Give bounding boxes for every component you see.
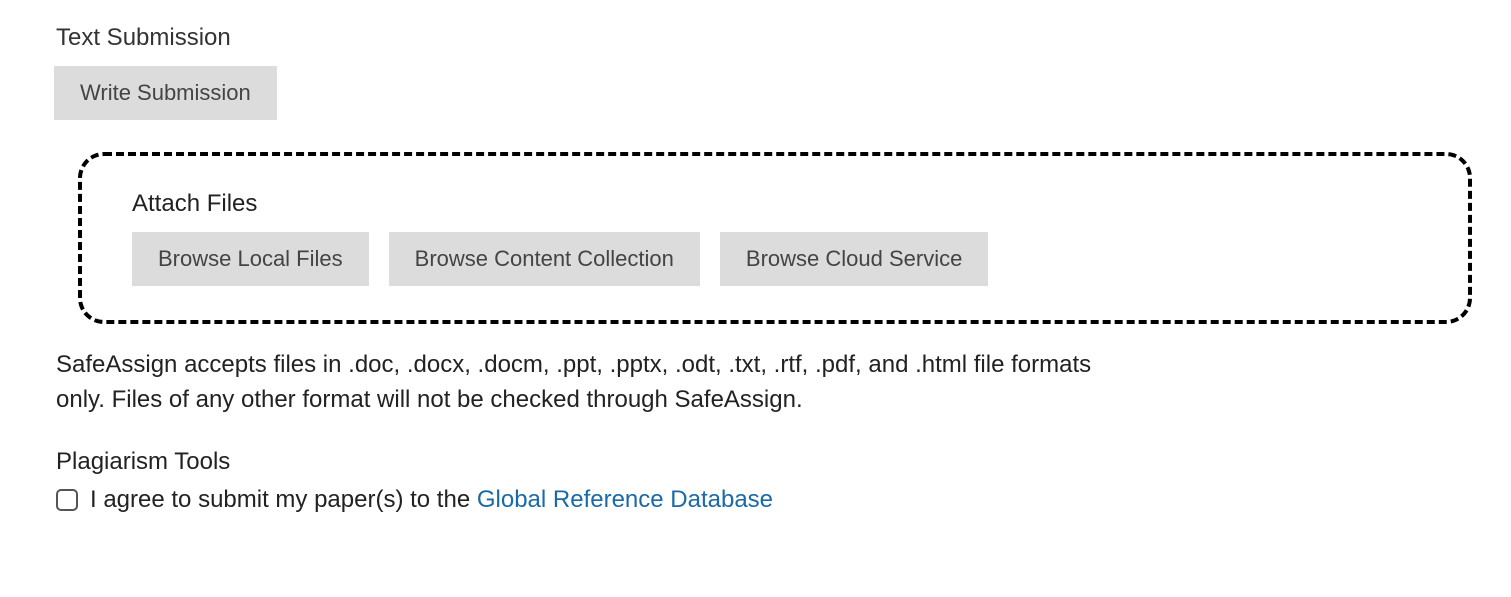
browse-content-collection-button[interactable]: Browse Content Collection bbox=[389, 232, 700, 286]
plagiarism-consent-checkbox[interactable] bbox=[56, 489, 78, 511]
attach-files-button-row: Browse Local Files Browse Content Collec… bbox=[132, 232, 1442, 286]
text-submission-label: Text Submission bbox=[56, 24, 1455, 52]
safeassign-info-text: SafeAssign accepts files in .doc, .docx,… bbox=[56, 348, 1116, 418]
browse-local-files-button[interactable]: Browse Local Files bbox=[132, 232, 369, 286]
plagiarism-consent-prefix: I agree to submit my paper(s) to the bbox=[90, 486, 477, 513]
attach-files-dropzone[interactable]: Attach Files Browse Local Files Browse C… bbox=[78, 152, 1472, 324]
plagiarism-consent-row: I agree to submit my paper(s) to the Glo… bbox=[56, 486, 1455, 514]
write-submission-button[interactable]: Write Submission bbox=[54, 66, 277, 120]
browse-cloud-service-button[interactable]: Browse Cloud Service bbox=[720, 232, 988, 286]
plagiarism-tools-label: Plagiarism Tools bbox=[56, 448, 1455, 476]
global-reference-database-link[interactable]: Global Reference Database bbox=[477, 486, 773, 513]
plagiarism-consent-text: I agree to submit my paper(s) to the Glo… bbox=[90, 486, 773, 514]
attach-files-label: Attach Files bbox=[132, 190, 1442, 218]
